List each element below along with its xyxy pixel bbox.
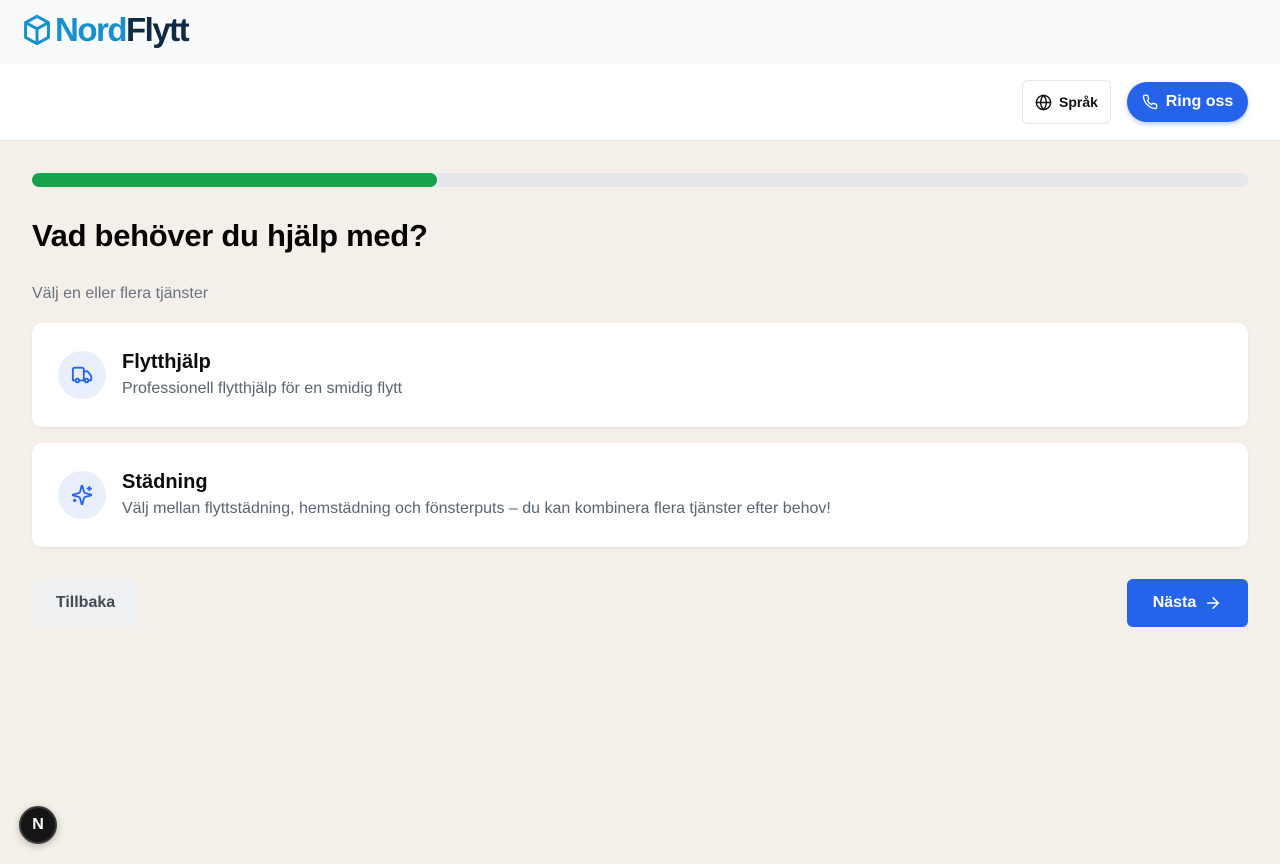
call-button-label: Ring oss (1165, 93, 1234, 110)
call-button[interactable]: Ring oss (1127, 82, 1248, 122)
service-card-flytthjalp[interactable]: Flytthjälp Professionell flytthjälp för … (32, 323, 1248, 427)
next-button-label: Nästa (1152, 594, 1197, 611)
logo[interactable]: NordFlytt (23, 11, 190, 48)
page-title: Vad behöver du hjälp med? (32, 218, 428, 253)
service-icon-container (58, 471, 106, 519)
back-button-label: Tillbaka (55, 594, 116, 611)
service-description: Välj mellan flyttstädning, hemstädning o… (122, 500, 831, 517)
truck-icon (71, 366, 93, 384)
service-title: Städning (122, 471, 208, 493)
brand-name-part1: Nord (55, 11, 128, 48)
box-icon (24, 14, 50, 46)
service-card-stadning[interactable]: Städning Välj mellan flyttstädning, hems… (32, 443, 1248, 547)
dev-tools-badge-label: N (32, 816, 44, 833)
top-bar: NordFlytt (0, 0, 1280, 64)
sparkles-icon (71, 484, 93, 506)
page-subtitle: Välj en eller flera tjänster (32, 285, 209, 302)
brand-name-part2: Flytt (126, 11, 190, 48)
service-description: Professionell flytthjälp för en smidig f… (122, 380, 403, 397)
dev-tools-badge[interactable]: N (19, 806, 57, 844)
globe-icon (1035, 94, 1052, 110)
next-button[interactable]: Nästa (1127, 579, 1248, 627)
service-icon-container (58, 351, 106, 399)
arrow-right-icon (1207, 597, 1220, 609)
phone-icon (1142, 94, 1158, 110)
back-button[interactable]: Tillbaka (32, 579, 139, 627)
service-title: Flytthjälp (122, 351, 211, 373)
progress-fill (32, 173, 437, 187)
brand-name: NordFlytt (55, 11, 190, 48)
language-button-label: Språk (1059, 94, 1098, 110)
language-button[interactable]: Språk (1022, 80, 1111, 124)
header: Språk Ring oss (0, 64, 1280, 141)
progress-bar (32, 173, 1248, 187)
